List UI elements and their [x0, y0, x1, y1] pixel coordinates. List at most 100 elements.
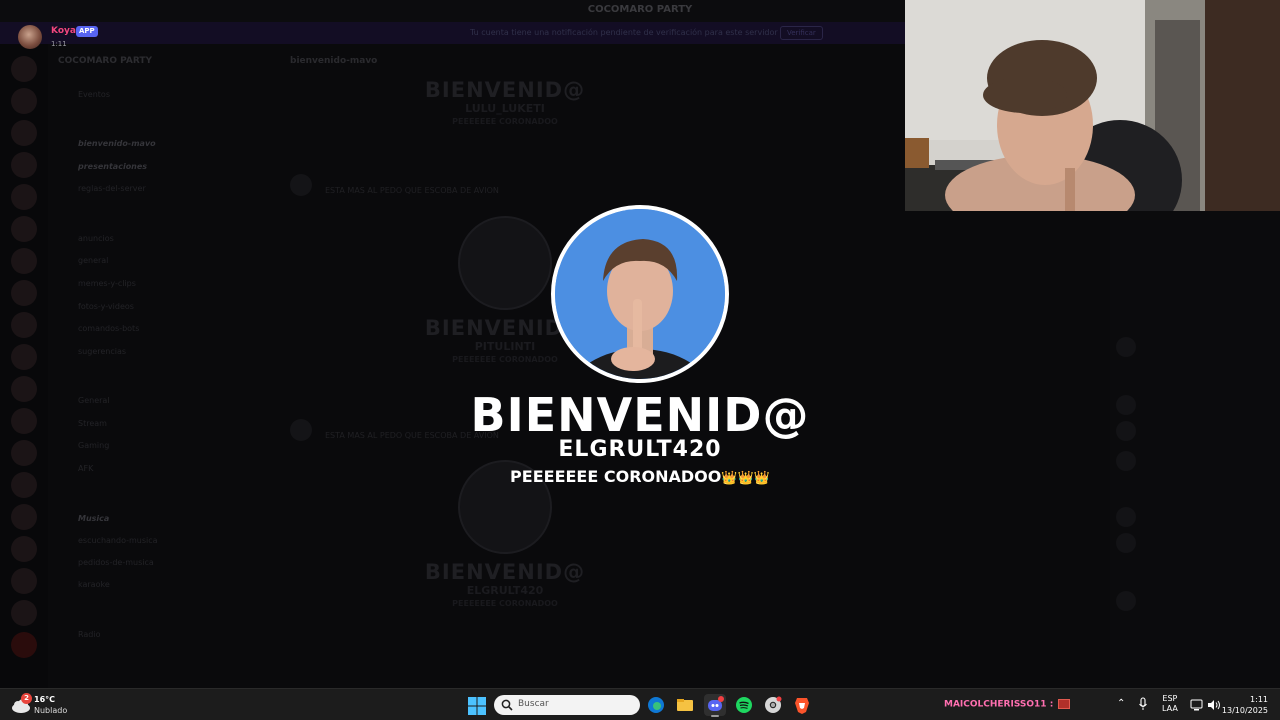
notice-text: Tu cuenta tiene una notificación pendien… [470, 28, 778, 37]
channel-item[interactable]: escuchando-musica [78, 536, 158, 545]
channel-item[interactable]: pedidos-de-musica [78, 558, 154, 567]
channel-item[interactable]: Stream [78, 419, 107, 428]
system-tray: ⌃ ESP LAA 1:11 13/10/2025 [1112, 689, 1280, 720]
server-rail [0, 44, 48, 688]
server-icon[interactable] [11, 472, 37, 498]
server-icon[interactable] [11, 56, 37, 82]
weather-desc: Nublado [34, 706, 68, 715]
member-list [1110, 211, 1280, 688]
app-tag-label: APP [79, 27, 95, 35]
taskbar-search[interactable]: Buscar [494, 695, 640, 715]
active-user-badge: Koya APP 1:11 [18, 25, 138, 51]
welcome-avatar-photo [555, 209, 725, 379]
server-icon[interactable] [11, 312, 37, 338]
server-icon[interactable] [11, 280, 37, 306]
welcome-card-title: BIENVENID@ [424, 560, 586, 584]
clock[interactable]: 1:11 13/10/2025 [1222, 694, 1268, 716]
weather-widget[interactable]: 2 16°C Nublado [10, 693, 100, 717]
channel-item[interactable]: AFK [78, 464, 93, 473]
webcam-picture [905, 0, 1280, 211]
message-avatar[interactable] [290, 174, 312, 196]
member-avatar[interactable] [1116, 507, 1136, 527]
member-avatar[interactable] [1116, 451, 1136, 471]
server-icon[interactable] [11, 440, 37, 466]
server-icon[interactable] [11, 184, 37, 210]
channel-item[interactable]: presentaciones [78, 162, 147, 171]
emote-icon [1058, 699, 1071, 709]
member-avatar[interactable] [1116, 421, 1136, 441]
chevron-up-icon[interactable]: ⌃ [1117, 698, 1125, 709]
server-icon[interactable] [11, 504, 37, 530]
spotify-icon[interactable] [733, 694, 755, 716]
channel-item[interactable]: karaoke [78, 580, 110, 589]
server-icon[interactable] [11, 344, 37, 370]
language-indicator[interactable]: ESP LAA [1162, 694, 1178, 714]
channel-item[interactable]: Gaming [78, 441, 109, 450]
channel-item[interactable]: memes-y-clips [78, 279, 136, 288]
welcome-card-caption: PEEEEEEE CORONADOO [452, 117, 558, 126]
server-icon[interactable] [11, 248, 37, 274]
server-icon[interactable] [11, 152, 37, 178]
windows-start-icon[interactable] [468, 697, 486, 715]
channel-item[interactable]: Radio [78, 630, 100, 639]
server-icon[interactable] [11, 120, 37, 146]
member-avatar[interactable] [1116, 337, 1136, 357]
message-avatar[interactable] [290, 419, 312, 441]
welcome-card-caption: PEEEEEEE CORONADOO [452, 599, 558, 608]
chrome-icon[interactable] [762, 694, 784, 716]
chat-ticker: MAICOLCHERISSO11 : [944, 699, 1071, 710]
brave-icon[interactable] [791, 694, 813, 716]
server-icon[interactable] [11, 88, 37, 114]
channel-item[interactable]: reglas-del-server [78, 184, 146, 193]
app-tag: APP [76, 26, 98, 37]
channel-header: bienvenido-mavo [290, 56, 378, 66]
server-icon[interactable] [11, 632, 37, 658]
server-icon[interactable] [11, 376, 37, 402]
avatar [18, 25, 42, 49]
message-text: ESTA MAS AL PEDO QUE ESCOBA DE AVION [325, 186, 499, 195]
file-explorer-icon[interactable] [674, 694, 696, 716]
network-volume-icon[interactable] [1190, 698, 1224, 712]
chat-ticker-user: MAICOLCHERISSO11 : [944, 699, 1054, 710]
welcome-username: ELGRULT420 [558, 437, 722, 462]
clock-date: 13/10/2025 [1221, 706, 1268, 715]
keyboard-layout: LAA [1162, 704, 1178, 713]
discord-icon[interactable] [704, 694, 726, 717]
clock-time: 1:11 [1250, 695, 1268, 704]
weather-badge: 2 [21, 693, 32, 704]
member-avatar[interactable] [1116, 591, 1136, 611]
server-icon[interactable] [11, 536, 37, 562]
language-code: ESP [1162, 694, 1178, 703]
welcome-card-small: BIENVENID@ LULU_LUKETI PEEEEEEE CORONADO… [410, 72, 600, 126]
channel-item[interactable]: bienvenido-mavo [78, 139, 156, 148]
channel-list: COCOMARO PARTY Eventos bienvenido-mavo p… [48, 44, 270, 688]
channel-item[interactable]: fotos-y-videos [78, 302, 134, 311]
channel-item[interactable]: sugerencias [78, 347, 126, 356]
timestamp: 1:11 [51, 40, 67, 48]
notice-button[interactable]: Verificar [780, 26, 823, 40]
channel-item[interactable]: Eventos [78, 90, 110, 99]
member-avatar[interactable] [1116, 395, 1136, 415]
member-avatar[interactable] [1116, 533, 1136, 553]
search-placeholder: Buscar [518, 699, 549, 709]
welcome-card-name: ELGRULT420 [466, 584, 544, 597]
channel-item[interactable]: anuncios [78, 234, 114, 243]
server-icon[interactable] [11, 600, 37, 626]
server-icon[interactable] [11, 408, 37, 434]
channel-item[interactable]: General [78, 396, 110, 405]
channel-item[interactable]: general [78, 256, 108, 265]
channel-item[interactable]: comandos-bots [78, 324, 139, 333]
crown-icon: 👑👑👑 [721, 471, 770, 486]
welcome-card: BIENVENID@ ELGRULT420 PEEEEEEE CORONADOO… [440, 205, 840, 505]
welcome-caption-text: PEEEEEEE CORONADOO [510, 467, 722, 486]
user-name: Koya [51, 26, 76, 36]
welcome-card-title: BIENVENID@ [424, 78, 586, 102]
server-name[interactable]: COCOMARO PARTY [58, 56, 152, 66]
microphone-icon[interactable] [1138, 697, 1148, 711]
welcome-avatar [551, 205, 729, 383]
taskbar: 2 16°C Nublado Buscar MAICOLCHERISSO11 : [0, 688, 1280, 720]
server-icon[interactable] [11, 216, 37, 242]
edge-icon[interactable] [645, 694, 667, 716]
server-icon[interactable] [11, 568, 37, 594]
channel-item[interactable]: Musica [78, 514, 109, 523]
